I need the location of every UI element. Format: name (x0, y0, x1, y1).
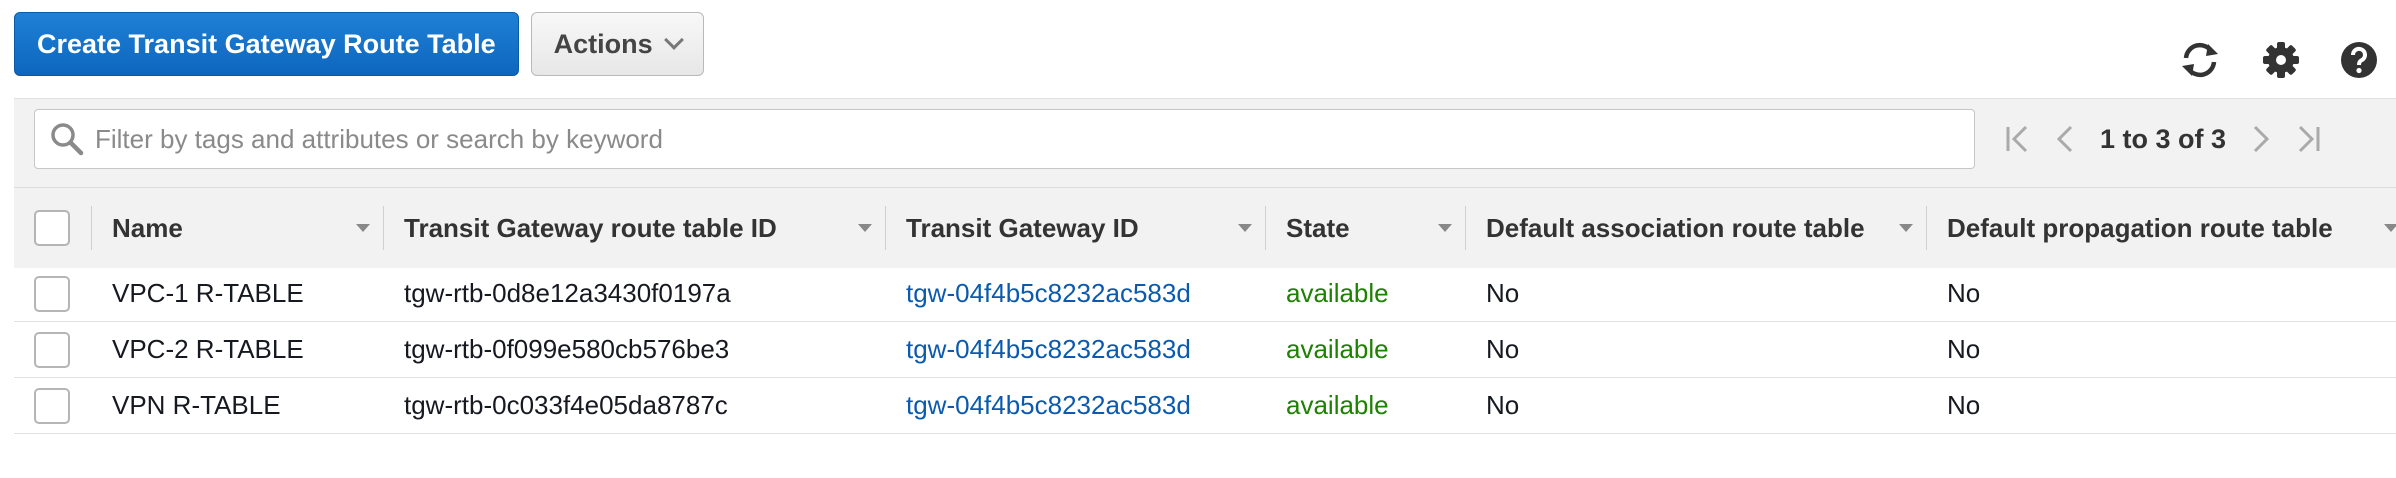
cell-route-table-id: tgw-rtb-0c033f4e05da8787c (404, 390, 728, 420)
column-header-default-propagation[interactable]: Default propagation route table (1927, 188, 2396, 268)
chevron-down-icon (663, 30, 684, 50)
select-all-checkbox[interactable] (34, 210, 70, 246)
cell-default-propagation: No (1947, 390, 1981, 420)
actions-label: Actions (553, 28, 653, 59)
transit-gateway-id-link[interactable]: tgw-04f4b5c8232ac583d (906, 390, 1191, 421)
cell-default-propagation: No (1947, 278, 1981, 308)
column-header-route-table-id[interactable]: Transit Gateway route table ID (384, 188, 886, 268)
transit-gateway-id-link[interactable]: tgw-04f4b5c8232ac583d (906, 334, 1191, 365)
header-icons (2178, 40, 2378, 80)
search-box (34, 109, 1975, 169)
cell-default-association: No (1486, 278, 1520, 308)
help-icon[interactable] (2340, 41, 2378, 79)
cell-state: available (1286, 334, 1389, 364)
cell-state: available (1286, 390, 1389, 420)
cell-name: VPN R-TABLE (112, 390, 281, 420)
first-page-icon[interactable] (2004, 124, 2030, 154)
column-header-state[interactable]: State (1266, 188, 1466, 268)
actions-dropdown-button[interactable]: Actions (530, 12, 704, 76)
sort-caret-icon (858, 224, 872, 232)
cell-name: VPC-2 R-TABLE (112, 334, 304, 364)
column-header-transit-gateway-id[interactable]: Transit Gateway ID (886, 188, 1266, 268)
cell-route-table-id: tgw-rtb-0f099e580cb576be3 (404, 334, 730, 364)
row-checkbox[interactable] (34, 387, 70, 424)
create-route-table-button[interactable]: Create Transit Gateway Route Table (14, 12, 519, 76)
cell-default-propagation: No (1947, 334, 1981, 364)
table-row[interactable]: VPC-2 R-TABLE tgw-rtb-0f099e580cb576be3 … (14, 322, 2396, 378)
last-page-icon[interactable] (2296, 124, 2322, 154)
header-select-cell (14, 188, 92, 268)
transit-gateway-id-link[interactable]: tgw-04f4b5c8232ac583d (906, 278, 1191, 309)
search-icon (49, 121, 85, 157)
table-row[interactable]: VPN R-TABLE tgw-rtb-0c033f4e05da8787c tg… (14, 378, 2396, 434)
cell-default-association: No (1486, 390, 1520, 420)
gear-icon[interactable] (2262, 41, 2300, 79)
sort-caret-icon (356, 224, 370, 232)
refresh-icon[interactable] (2178, 40, 2222, 80)
next-page-icon[interactable] (2252, 124, 2270, 154)
table-panel: 1 to 3 of 3 Name Transit Gateway route t… (14, 98, 2396, 268)
row-checkbox[interactable] (34, 275, 70, 312)
column-header-name[interactable]: Name (92, 188, 384, 268)
table-body: VPC-1 R-TABLE tgw-rtb-0d8e12a3430f0197a … (14, 266, 2396, 434)
row-checkbox[interactable] (34, 331, 70, 368)
search-input[interactable] (95, 123, 1955, 155)
sort-caret-icon (1899, 224, 1913, 232)
previous-page-icon[interactable] (2056, 124, 2074, 154)
table-row[interactable]: VPC-1 R-TABLE tgw-rtb-0d8e12a3430f0197a … (14, 266, 2396, 322)
cell-route-table-id: tgw-rtb-0d8e12a3430f0197a (404, 278, 731, 308)
cell-default-association: No (1486, 334, 1520, 364)
sort-caret-icon (1438, 224, 1452, 232)
column-header-default-association[interactable]: Default association route table (1466, 188, 1927, 268)
pagination: 1 to 3 of 3 (2004, 117, 2322, 161)
sort-caret-icon (1238, 224, 1252, 232)
toolbar: Create Transit Gateway Route Table Actio… (14, 12, 704, 76)
sort-caret-icon (2384, 224, 2396, 232)
cell-name: VPC-1 R-TABLE (112, 278, 304, 308)
table-header: Name Transit Gateway route table ID Tran… (14, 187, 2396, 267)
cell-state: available (1286, 278, 1389, 308)
pagination-text: 1 to 3 of 3 (2100, 123, 2227, 154)
